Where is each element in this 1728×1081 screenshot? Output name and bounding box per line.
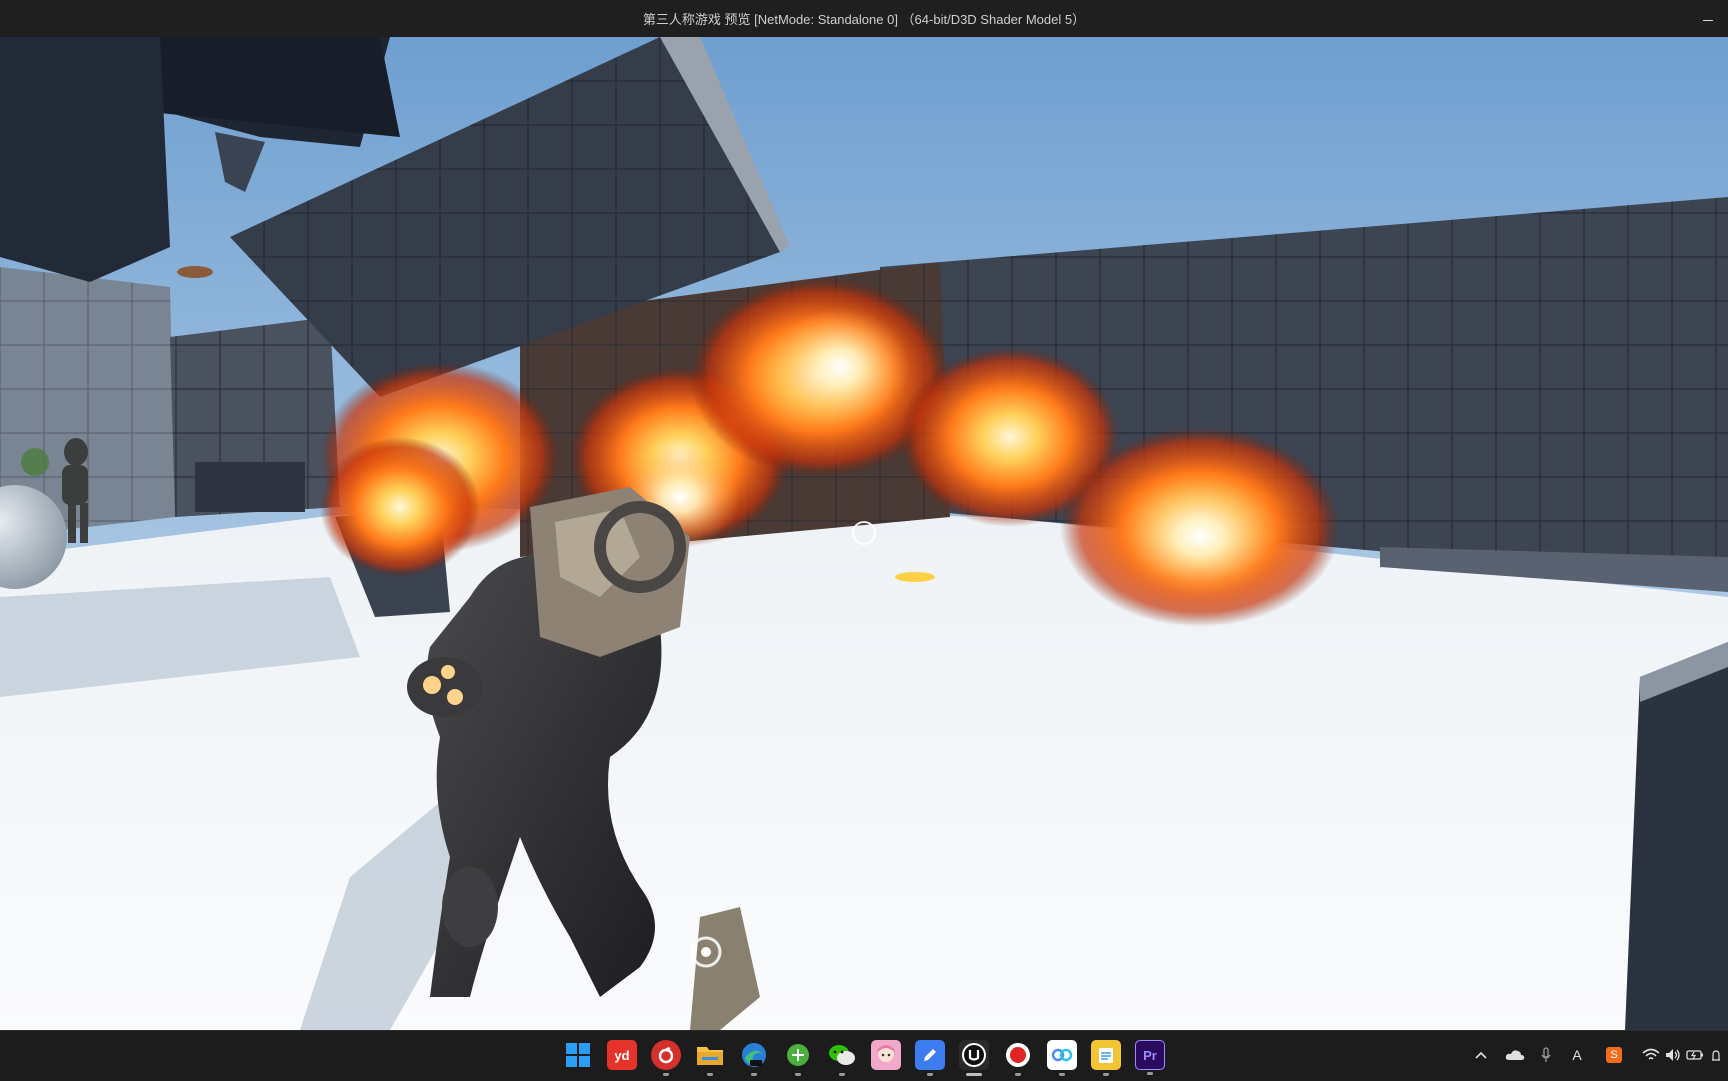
chevron-up-icon[interactable] bbox=[1470, 1041, 1492, 1069]
minimize-button[interactable] bbox=[1688, 0, 1728, 37]
sogou-ime-icon[interactable]: S bbox=[1603, 1041, 1625, 1069]
window-title: 第三人称游戏 预览 [NetMode: Standalone 0] （64-bi… bbox=[642, 12, 1086, 27]
unreal-engine-icon[interactable] bbox=[959, 1040, 989, 1076]
youdao-label: yd bbox=[614, 1047, 630, 1063]
microphone-icon[interactable] bbox=[1535, 1041, 1557, 1069]
notes-app-icon[interactable] bbox=[1091, 1040, 1121, 1076]
folder-icon[interactable] bbox=[695, 1040, 725, 1076]
record-icon[interactable] bbox=[1003, 1040, 1033, 1076]
onedrive-cloud-icon[interactable] bbox=[1502, 1041, 1528, 1069]
taskbar: yd Pr A S bbox=[0, 1030, 1728, 1081]
notification-icon[interactable] bbox=[1706, 1041, 1726, 1069]
premiere-pro-icon[interactable]: Pr bbox=[1135, 1040, 1165, 1075]
green-circle-app-icon[interactable] bbox=[783, 1040, 813, 1076]
baidu-netdisk-icon[interactable] bbox=[1047, 1040, 1077, 1076]
window-titlebar: 第三人称游戏 预览 [NetMode: Standalone 0] （64-bi… bbox=[0, 0, 1728, 38]
game-viewport[interactable] bbox=[0, 37, 1728, 1030]
blue-pen-app-icon[interactable] bbox=[915, 1040, 945, 1076]
wifi-icon[interactable] bbox=[1640, 1041, 1662, 1069]
netease-music-icon[interactable] bbox=[651, 1040, 681, 1076]
premiere-pro-label: Pr bbox=[1143, 1047, 1157, 1063]
minimize-icon bbox=[1703, 19, 1713, 21]
anime-avatar-icon[interactable] bbox=[871, 1040, 901, 1070]
wechat-icon[interactable] bbox=[827, 1040, 857, 1076]
battery-charging-icon[interactable] bbox=[1684, 1041, 1706, 1069]
edge-dev-icon[interactable] bbox=[739, 1040, 769, 1076]
windows-start-icon[interactable] bbox=[563, 1040, 593, 1070]
game-scene bbox=[0, 37, 1728, 1030]
ime-indicator[interactable]: A bbox=[1565, 1041, 1589, 1069]
youdao-dict-icon[interactable]: yd bbox=[607, 1040, 637, 1070]
speaker-icon[interactable] bbox=[1662, 1041, 1684, 1069]
sogou-label: S bbox=[1606, 1047, 1622, 1063]
